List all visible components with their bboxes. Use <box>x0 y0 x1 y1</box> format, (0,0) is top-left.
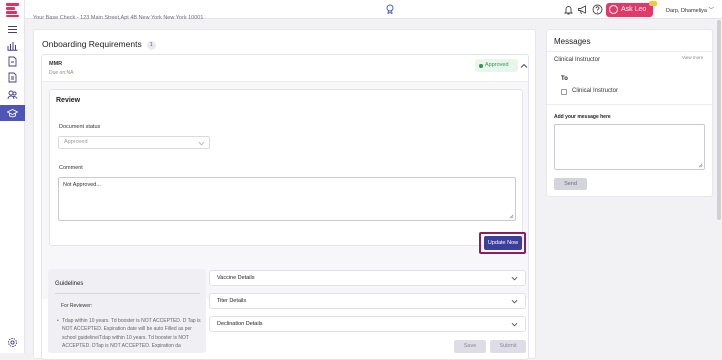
chevron-up-icon[interactable] <box>520 62 528 70</box>
scrollbar[interactable] <box>717 20 721 220</box>
document-status-select[interactable]: Approved <box>58 136 210 149</box>
message-textarea[interactable] <box>554 124 705 170</box>
sidebar <box>0 0 25 353</box>
to-label: To <box>561 76 568 82</box>
divider <box>55 293 200 294</box>
address-breadcrumb: Your Base Check - 123 Main Street,Apt 4B… <box>33 15 204 21</box>
file-icon[interactable] <box>7 72 18 83</box>
recipient-label: Clinical Instructor <box>554 57 601 63</box>
sparkle-icon <box>609 5 618 14</box>
message-label: Add your message here <box>554 114 611 120</box>
guidelines-panel: Guidelines For Reviewer: • Tdap within 1… <box>48 269 206 353</box>
guidelines-body: Tdap within 10 years. Td booster is NOT … <box>62 318 201 349</box>
accordion-vaccine-details[interactable]: Vaccine Details <box>209 270 526 286</box>
view-more-link[interactable]: View more <box>682 55 703 60</box>
status-badge: Approved <box>475 59 518 72</box>
divider <box>547 51 714 52</box>
chevron-down-icon <box>198 141 205 146</box>
highlight-box <box>479 232 526 254</box>
badge-icon <box>385 4 395 15</box>
accordion-declination-details[interactable]: Declination Details <box>209 316 526 332</box>
comment-textarea[interactable]: Not Approved... <box>58 177 516 221</box>
bullet-icon: • <box>57 318 59 324</box>
send-button[interactable]: Send <box>554 178 587 190</box>
megaphone-icon[interactable] <box>577 4 588 15</box>
review-card: Review <box>49 89 523 246</box>
settings-icon[interactable] <box>7 337 18 348</box>
resize-handle-icon[interactable] <box>698 163 703 168</box>
accordion-titer-details[interactable]: Titer Details <box>209 293 526 309</box>
menu-icon[interactable] <box>7 24 18 35</box>
for-reviewer-label: For Reviewer: <box>61 303 93 309</box>
messages-panel: Messages Clinical Instructor View more T… <box>546 29 714 197</box>
graduation-cap-icon <box>7 108 18 119</box>
guidelines-text: • Tdap within 10 years. Td booster is NO… <box>57 317 202 350</box>
user-menu[interactable]: Darp, Dhameliya ﹀ <box>666 6 714 14</box>
document-status-label: Document status <box>59 124 101 130</box>
accordion-label: Declination Details <box>217 321 263 327</box>
messages-title: Messages <box>554 37 591 46</box>
page-title-text: Onboarding Requirements <box>42 39 142 49</box>
page-title: Onboarding Requirements 1 <box>42 39 156 50</box>
help-icon[interactable] <box>592 4 603 15</box>
save-button[interactable]: Save <box>454 340 486 353</box>
guidelines-title: Guidelines <box>55 281 84 287</box>
requirement-due: Due on:NA <box>49 70 74 76</box>
review-title: Review <box>56 97 81 104</box>
comment-value: Not Approved... <box>63 182 101 188</box>
accordion-label: Vaccine Details <box>217 275 255 281</box>
status-label: Approved <box>485 62 509 68</box>
recipient-option-label: Clinical Instructor <box>572 88 619 94</box>
accordion-label: Titer Details <box>217 298 247 304</box>
chevron-down-icon <box>511 322 518 327</box>
chevron-down-icon <box>511 276 518 281</box>
requirement-name: MMR <box>49 61 63 67</box>
status-dot-icon <box>479 64 483 68</box>
recipient-checkbox[interactable] <box>561 89 567 95</box>
beta-tag <box>649 1 657 6</box>
user-name: Darp, Dhameliya <box>666 8 707 14</box>
count-badge: 1 <box>146 41 156 50</box>
comment-label: Comment <box>59 165 83 171</box>
sidebar-active-item[interactable] <box>0 105 25 121</box>
chevron-down-icon: ﹀ <box>708 8 715 14</box>
document-icon[interactable] <box>7 56 18 67</box>
resize-handle-icon[interactable] <box>509 214 514 219</box>
document-status-value: Approved <box>64 139 88 145</box>
ask-leo-label: Ask Leo <box>621 6 647 13</box>
ask-leo-button[interactable]: Ask Leo <box>606 1 657 17</box>
bell-icon[interactable] <box>563 4 574 15</box>
divider <box>547 104 714 105</box>
chevron-down-icon <box>511 299 518 304</box>
bar-chart-icon[interactable] <box>7 40 18 51</box>
logo-icon[interactable] <box>6 3 19 17</box>
submit-button[interactable]: Submit <box>490 340 526 353</box>
users-icon[interactable] <box>7 89 18 100</box>
